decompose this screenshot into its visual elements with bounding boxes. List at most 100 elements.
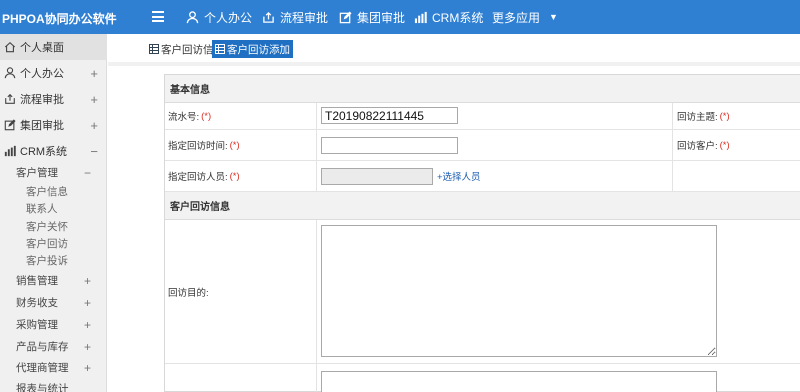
next-textarea[interactable] <box>321 371 717 392</box>
workflow-icon <box>5 93 15 104</box>
sidebar-group-label: 销售管理 <box>16 275 58 287</box>
sidebar-item-personal-office[interactable]: 个人办公 + <box>0 60 107 86</box>
nav-personal-office[interactable]: 个人办公 <box>186 9 252 25</box>
expand-icon[interactable]: + <box>84 274 91 288</box>
table-icon <box>215 44 225 54</box>
expand-icon[interactable]: + <box>90 92 98 107</box>
field-cell-purpose <box>318 220 800 363</box>
sidebar-group-purchase[interactable]: 采购管理 + <box>16 316 106 333</box>
sidebar-item-label: 个人办公 <box>20 68 64 80</box>
edit-icon <box>339 10 352 23</box>
caret-down-icon: ▼ <box>549 12 558 22</box>
form-row-serial: 流水号:(*) 回访主题:(*) <box>165 103 800 130</box>
sidebar-group-product-inventory[interactable]: 产品与库存 + <box>16 338 106 355</box>
visit-time-input[interactable] <box>321 137 458 154</box>
collapse-icon[interactable]: − <box>84 166 91 180</box>
sidebar-item-workflow[interactable]: 流程审批 + <box>0 86 107 112</box>
nav-crm[interactable]: CRM系统 <box>414 9 483 25</box>
field-cell-visitor: +选择人员 <box>318 161 673 191</box>
sidebar-group-sales[interactable]: 销售管理 + <box>16 272 106 289</box>
sidebar-item-crm[interactable]: CRM系统 − <box>0 138 107 164</box>
expand-icon[interactable]: + <box>84 340 91 354</box>
tab-visit-add[interactable]: 客户回访添加 <box>212 40 293 58</box>
expand-icon[interactable]: + <box>84 296 91 310</box>
sidebar-group-label: 财务收支 <box>16 297 58 309</box>
required-mark: (*) <box>201 110 212 122</box>
field-label-serial: 流水号: (*) <box>165 103 317 129</box>
nav-group-approval[interactable]: 集团审批 <box>339 9 405 25</box>
expand-icon[interactable]: + <box>90 66 98 81</box>
form-row-purpose: 回访目的: <box>165 220 800 364</box>
field-label-theme: 回访主题: (*) <box>673 103 800 129</box>
field-label-visit-time: 指定回访时间: (*) <box>165 130 317 160</box>
bar-chart-icon <box>414 11 427 23</box>
label-text: 流水号: <box>168 112 200 123</box>
sidebar-group-label: 采购管理 <box>16 319 58 331</box>
field-cell-next <box>318 364 800 392</box>
nav-label: 流程审批 <box>280 10 329 25</box>
sidebar-group-label: 产品与库存 <box>16 341 69 353</box>
sidebar-item-group-approval[interactable]: 集团审批 + <box>0 112 107 138</box>
serial-number-input[interactable] <box>321 107 458 124</box>
nav-label: 集团审批 <box>357 10 406 25</box>
label-text: 回访主题: <box>677 112 718 123</box>
expand-icon[interactable]: + <box>90 118 98 133</box>
visitor-input <box>321 168 433 185</box>
sidebar-group-label: 代理商管理 <box>16 362 69 374</box>
form-row-visitor: 指定回访人员: (*) +选择人员 <box>165 161 800 192</box>
sidebar-group-label: 客户管理 <box>16 167 58 179</box>
form-row-visit-time: 指定回访时间: (*) 回访客户: (*) <box>165 130 800 161</box>
tab-divider <box>108 62 800 66</box>
visit-add-form: 基本信息 流水号:(*) 回访主题:(*) 指定回访时间:(*) 回访客户:(*… <box>164 74 800 392</box>
label-text: 回访客户: <box>677 141 718 152</box>
edit-icon <box>4 119 16 131</box>
sidebar-leaf-customer-complaint[interactable]: 客户投诉 <box>26 252 68 269</box>
sidebar-group-reports[interactable]: 报表与统计 <box>16 380 106 392</box>
nav-more-apps[interactable]: 更多应用 ▼ <box>492 9 558 25</box>
sidebar-item-label: 集团审批 <box>20 120 64 132</box>
tab-label: 客户回访添加 <box>227 43 290 56</box>
workflow-icon <box>263 11 274 23</box>
form-row-next <box>165 364 800 392</box>
user-icon <box>186 10 199 23</box>
field-cell-visit-time <box>318 130 673 160</box>
sidebar-item-label: CRM系统 <box>20 146 68 158</box>
sidebar-leaf-customer-visit[interactable]: 客户回访 <box>26 235 68 252</box>
label-text: 指定回访人员: <box>168 172 228 183</box>
menu-toggle-icon[interactable] <box>152 11 164 22</box>
section-visit-info: 客户回访信息 <box>165 192 800 220</box>
collapse-icon[interactable]: − <box>90 144 98 159</box>
sidebar-leaf-customer-info[interactable]: 客户信息 <box>26 183 68 200</box>
label-text: 指定回访时间: <box>168 141 228 152</box>
section-basic-info: 基本信息 <box>165 75 800 103</box>
nav-label: 个人办公 <box>204 10 253 25</box>
user-icon <box>4 67 16 79</box>
sidebar-group-agent[interactable]: 代理商管理 + <box>16 359 106 376</box>
visit-purpose-textarea[interactable] <box>321 225 717 357</box>
sidebar-group-finance[interactable]: 财务收支 + <box>16 294 106 311</box>
nav-label: CRM系统 <box>432 10 484 25</box>
sidebar-leaf-customer-care[interactable]: 客户关怀 <box>26 218 68 235</box>
field-label-visitor: 指定回访人员: (*) <box>165 161 317 191</box>
field-cell-empty <box>673 161 800 191</box>
sidebar: 个人桌面 个人办公 + 流程审批 + 集团审批 + CRM系统 − 客户管理 −… <box>0 34 107 392</box>
required-mark: (*) <box>719 110 730 122</box>
nav-workflow[interactable]: 流程审批 <box>262 9 328 25</box>
bar-chart-icon <box>4 145 16 157</box>
required-mark: (*) <box>719 139 730 151</box>
select-person-link[interactable]: +选择人员 <box>437 169 481 183</box>
field-label-purpose: 回访目的: <box>165 220 317 363</box>
label-text: 回访目的: <box>168 287 209 299</box>
home-icon <box>4 41 16 53</box>
tab-bar: 客户回访信息 客户回访添加 <box>108 34 800 62</box>
sidebar-group-customer-mgmt[interactable]: 客户管理 − <box>16 164 106 181</box>
expand-icon[interactable]: + <box>84 318 91 332</box>
sidebar-item-personal-desktop[interactable]: 个人桌面 <box>0 34 107 60</box>
sidebar-leaf-contacts[interactable]: 联系人 <box>26 200 58 217</box>
table-icon <box>149 44 159 54</box>
app-title: PHPOA协同办公软件 <box>2 12 117 26</box>
sidebar-group-label: 报表与统计 <box>16 383 69 392</box>
sidebar-item-label: 流程审批 <box>20 94 64 106</box>
required-mark: (*) <box>229 139 240 151</box>
expand-icon[interactable]: + <box>84 361 91 375</box>
